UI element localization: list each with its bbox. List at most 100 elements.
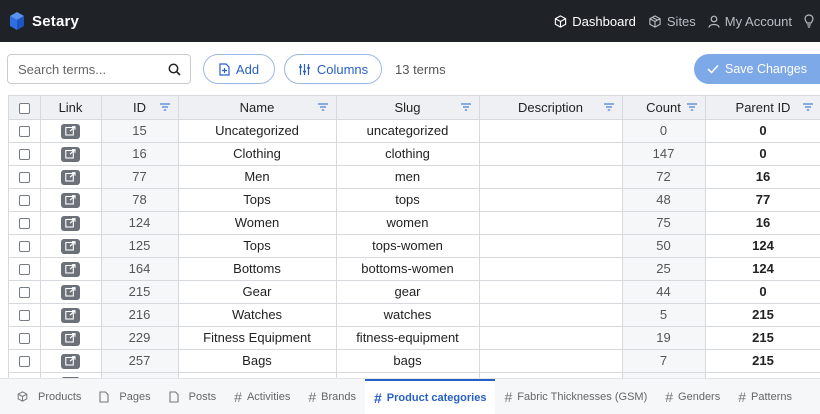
external-link-icon[interactable]	[61, 353, 80, 369]
cell-description[interactable]	[479, 188, 623, 212]
cell-slug[interactable]: tops	[336, 188, 480, 212]
column-header-description[interactable]: Description	[479, 96, 623, 120]
table-row[interactable]: 15 Uncategorized uncategorized 0 0	[9, 119, 820, 143]
row-checkbox[interactable]	[18, 126, 30, 138]
row-checkbox[interactable]	[18, 172, 30, 184]
row-checkbox[interactable]	[18, 149, 30, 161]
cell-name[interactable]: Watches	[178, 303, 337, 327]
cell-description[interactable]	[479, 257, 623, 281]
cell-slug[interactable]: bottoms-women	[336, 257, 480, 281]
cell-parent-id[interactable]: 215	[705, 349, 820, 373]
cell-slug[interactable]: gear	[336, 280, 480, 304]
filter-icon[interactable]	[159, 103, 170, 111]
external-link-icon[interactable]	[61, 238, 80, 254]
row-checkbox[interactable]	[18, 241, 30, 253]
cell-name[interactable]: Women	[178, 211, 337, 235]
table-row[interactable]: 215 Gear gear 44 0	[9, 280, 820, 304]
cell-name[interactable]: Men	[178, 165, 337, 189]
cell-slug[interactable]: fitness-equipment	[336, 326, 480, 350]
add-button[interactable]: Add	[203, 54, 275, 84]
cell-parent-id[interactable]: 124	[705, 234, 820, 258]
cell-slug[interactable]: bags	[336, 349, 480, 373]
table-row[interactable]: 216 Watches watches 5 215	[9, 303, 820, 327]
table-row[interactable]: 164 Bottoms bottoms-women 25 124	[9, 257, 820, 281]
search-icon[interactable]	[168, 63, 181, 76]
cell-name[interactable]: Tops	[178, 234, 337, 258]
cell-name[interactable]: Tops	[178, 188, 337, 212]
table-row[interactable]: 77 Men men 72 16	[9, 165, 820, 189]
cell-name[interactable]: Bottoms	[178, 257, 337, 281]
bottom-tab-fabric-thicknesses-gsm[interactable]: # Fabric Thicknesses (GSM)	[495, 379, 656, 414]
cell-parent-id[interactable]: 0	[705, 142, 820, 166]
columns-button[interactable]: Columns	[284, 54, 382, 84]
bottom-tab-product-categories[interactable]: # Product categories	[365, 378, 496, 414]
nav-sites[interactable]: Sites	[648, 14, 696, 29]
filter-icon[interactable]	[603, 103, 614, 111]
cell-description[interactable]	[479, 280, 623, 304]
cell-parent-id[interactable]: 124	[705, 257, 820, 281]
bottom-tab-pages[interactable]: Pages	[90, 379, 159, 414]
cell-name[interactable]: Uncategorized	[178, 119, 337, 143]
cell-name[interactable]: Fitness Equipment	[178, 326, 337, 350]
select-all-checkbox[interactable]	[18, 102, 30, 114]
external-link-icon[interactable]	[61, 215, 80, 231]
cell-slug[interactable]: women	[336, 211, 480, 235]
cell-description[interactable]	[479, 211, 623, 235]
table-row[interactable]: 16 Clothing clothing 147 0	[9, 142, 820, 166]
table-row[interactable]: 257 Bags bags 7 215	[9, 349, 820, 373]
save-changes-button[interactable]: Save Changes	[694, 54, 820, 84]
external-link-icon[interactable]	[61, 146, 80, 162]
bottom-tab-posts[interactable]: Posts	[160, 379, 226, 414]
table-row[interactable]: 124 Women women 75 16	[9, 211, 820, 235]
brand[interactable]: Setary	[8, 11, 79, 31]
cell-parent-id[interactable]: 215	[705, 303, 820, 327]
cell-description[interactable]	[479, 303, 623, 327]
row-checkbox[interactable]	[18, 287, 30, 299]
cell-description[interactable]	[479, 234, 623, 258]
cell-slug[interactable]: clothing	[336, 142, 480, 166]
bottom-tab-patterns[interactable]: # Patterns	[729, 379, 801, 414]
table-row[interactable]: 78 Tops tops 48 77	[9, 188, 820, 212]
cell-name[interactable]: Gear	[178, 280, 337, 304]
column-header-id[interactable]: ID	[101, 96, 179, 120]
cell-name[interactable]: Clothing	[178, 142, 337, 166]
nav-my-account[interactable]: My Account	[708, 14, 792, 29]
cell-description[interactable]	[479, 165, 623, 189]
bottom-tab-genders[interactable]: # Genders	[656, 379, 729, 414]
external-link-icon[interactable]	[61, 330, 80, 346]
column-header-parent-id[interactable]: Parent ID	[705, 96, 820, 120]
cell-parent-id[interactable]: 0	[705, 119, 820, 143]
cell-slug[interactable]: watches	[336, 303, 480, 327]
filter-icon[interactable]	[802, 103, 813, 111]
bottom-tab-activities[interactable]: # Activities	[225, 379, 299, 414]
cell-parent-id[interactable]: 0	[705, 280, 820, 304]
cell-parent-id[interactable]: 77	[705, 188, 820, 212]
row-checkbox[interactable]	[18, 195, 30, 207]
row-checkbox[interactable]	[18, 333, 30, 345]
cell-parent-id[interactable]: 16	[705, 211, 820, 235]
tips-button[interactable]	[804, 14, 814, 28]
external-link-icon[interactable]	[61, 284, 80, 300]
external-link-icon[interactable]	[61, 192, 80, 208]
external-link-icon[interactable]	[61, 123, 80, 139]
filter-icon[interactable]	[460, 103, 471, 111]
external-link-icon[interactable]	[61, 169, 80, 185]
cell-slug[interactable]: uncategorized	[336, 119, 480, 143]
row-checkbox[interactable]	[18, 310, 30, 322]
cell-slug[interactable]: men	[336, 165, 480, 189]
bottom-tab-products[interactable]: Products	[0, 379, 90, 414]
nav-dashboard[interactable]: Dashboard	[554, 14, 636, 29]
cell-description[interactable]	[479, 142, 623, 166]
row-checkbox[interactable]	[18, 356, 30, 368]
row-checkbox[interactable]	[18, 218, 30, 230]
cell-description[interactable]	[479, 326, 623, 350]
filter-icon[interactable]	[317, 103, 328, 111]
table-row[interactable]: 229 Fitness Equipment fitness-equipment 19 2…	[9, 326, 820, 350]
table-row[interactable]: 125 Tops tops-women 50 124	[9, 234, 820, 258]
bottom-tab-brands[interactable]: # Brands	[299, 379, 365, 414]
column-header-name[interactable]: Name	[178, 96, 337, 120]
external-link-icon[interactable]	[61, 261, 80, 277]
cell-parent-id[interactable]: 215	[705, 326, 820, 350]
cell-description[interactable]	[479, 119, 623, 143]
column-header-slug[interactable]: Slug	[336, 96, 480, 120]
